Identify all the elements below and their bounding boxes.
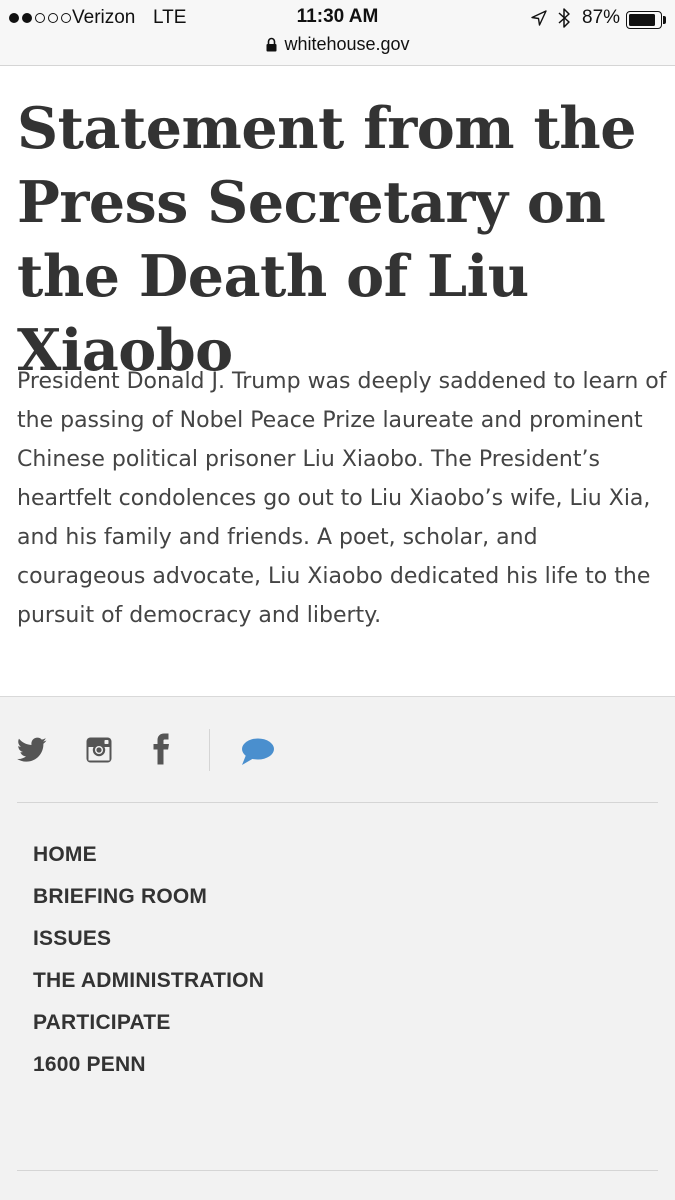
social-links: [17, 729, 657, 773]
lock-icon: [266, 37, 277, 51]
facebook-icon[interactable]: [152, 733, 170, 765]
instagram-icon[interactable]: [85, 736, 113, 764]
battery-fill: [629, 14, 656, 26]
article: Statement from the Press Secretary on th…: [0, 66, 675, 696]
page: Verizon LTE 11:30 AM 87% whitehouse.gov: [0, 0, 675, 1200]
article-body: President Donald J. Trump was deeply sad…: [17, 369, 667, 628]
page-title: Statement from the Press Secretary on th…: [17, 95, 636, 384]
bluetooth-icon: [558, 8, 570, 28]
social-divider: [209, 729, 210, 771]
location-arrow-icon: [531, 10, 547, 26]
footer: HOME BRIEFING ROOM ISSUES THE ADMINISTRA…: [0, 696, 675, 1200]
status-bar: Verizon LTE 11:30 AM 87% whitehouse.gov: [0, 0, 675, 66]
address-bar[interactable]: whitehouse.gov: [0, 33, 675, 55]
chat-icon[interactable]: [240, 737, 276, 767]
battery-icon: [626, 11, 662, 29]
divider: [17, 1170, 658, 1171]
divider: [17, 802, 658, 803]
url-text: whitehouse.gov: [284, 33, 410, 54]
battery-nub: [663, 16, 666, 24]
twitter-icon[interactable]: [17, 737, 47, 763]
battery-percent: 87%: [582, 7, 621, 28]
footer-nav: HOME BRIEFING ROOM ISSUES THE ADMINISTRA…: [33, 840, 264, 1092]
clock: 11:30 AM: [296, 6, 379, 27]
status-row: Verizon LTE 11:30 AM 87%: [0, 5, 675, 29]
